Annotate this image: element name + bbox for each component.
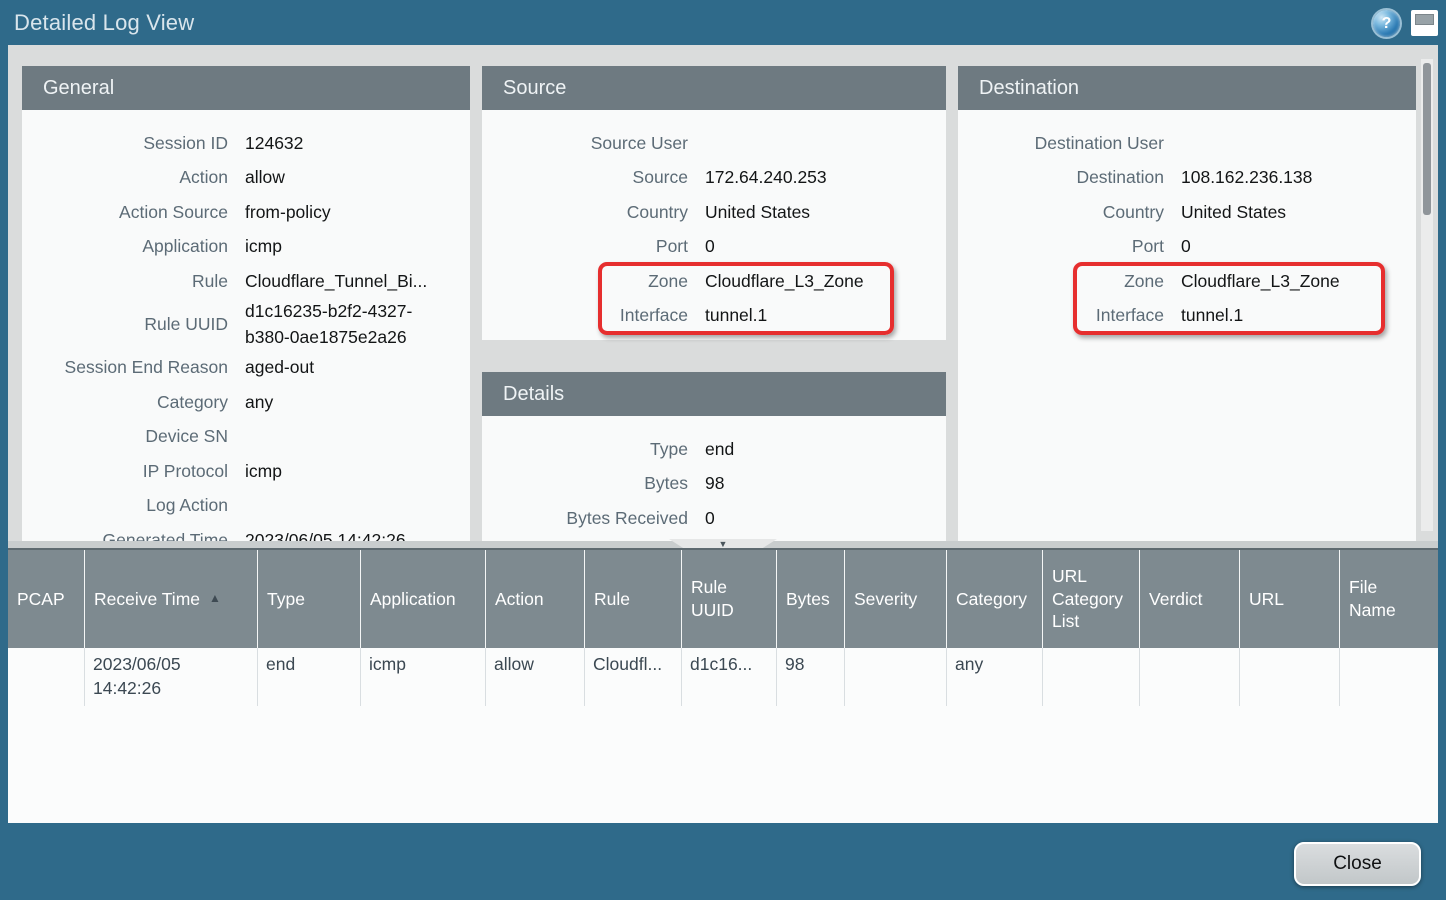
column-header-url[interactable]: URL	[1240, 550, 1340, 648]
close-button[interactable]: Close	[1294, 842, 1421, 886]
dialog-footer: Close	[0, 823, 1446, 900]
maximize-window-icon[interactable]	[1411, 10, 1438, 36]
field-row-port: Port0	[482, 230, 946, 265]
detailed-log-view-dialog: Detailed Log View ? General Session ID12…	[0, 0, 1446, 900]
field-row-type: Typeend	[482, 432, 946, 467]
field-row-rule-uuid: Rule UUIDd1c16235-b2f2-4327-b380-0ae1875…	[22, 299, 470, 351]
field-row-destination: Destination108.162.236.138	[958, 161, 1416, 196]
column-header-rule[interactable]: Rule	[585, 550, 682, 648]
details-panel-body: Typeend Bytes98 Bytes Received0	[482, 416, 946, 536]
scrollbar-thumb[interactable]	[1423, 63, 1431, 215]
field-row-bytes-received: Bytes Received0	[482, 501, 946, 536]
cell-severity	[845, 648, 947, 706]
column-header-url-category-list[interactable]: URL Category List	[1043, 550, 1140, 648]
field-row-generated-time: Generated Time2023/06/05 14:42:26	[22, 523, 470, 541]
log-table-header: PCAP Receive Time▲ Type Application Acti…	[8, 548, 1438, 648]
log-table-body: 2023/06/05 14:42:26 end icmp allow Cloud…	[8, 648, 1438, 823]
field-row-country: CountryUnited States	[482, 195, 946, 230]
field-row-source: Source172.64.240.253	[482, 161, 946, 196]
cell-url	[1240, 648, 1340, 706]
general-panel-body: Session ID124632 Actionallow Action Sour…	[22, 110, 470, 541]
column-header-rule-uuid[interactable]: Rule UUID	[682, 550, 777, 648]
cell-pcap	[8, 648, 85, 706]
log-detail-section: General Session ID124632 Actionallow Act…	[8, 45, 1438, 541]
destination-panel: Destination Destination User Destination…	[958, 66, 1416, 541]
cell-receive-time: 2023/06/05 14:42:26	[85, 648, 258, 706]
source-panel: Source Source User Source172.64.240.253 …	[482, 66, 946, 340]
general-panel: General Session ID124632 Actionallow Act…	[22, 66, 470, 541]
splitter-bar[interactable]: ▼	[8, 541, 1438, 548]
destination-panel-title: Destination	[958, 66, 1416, 110]
cell-bytes: 98	[777, 648, 845, 706]
cell-type: end	[258, 648, 361, 706]
destination-panel-body: Destination User Destination108.162.236.…	[958, 110, 1416, 333]
column-header-type[interactable]: Type	[258, 550, 361, 648]
field-row-destination-user: Destination User	[958, 126, 1416, 161]
field-row-log-action: Log Action	[22, 489, 470, 524]
cell-application: icmp	[361, 648, 486, 706]
column-header-category[interactable]: Category	[947, 550, 1043, 648]
field-row-source-user: Source User	[482, 126, 946, 161]
column-header-verdict[interactable]: Verdict	[1140, 550, 1240, 648]
field-row-zone: ZoneCloudflare_L3_Zone	[482, 264, 946, 299]
cell-rule: Cloudfl...	[585, 648, 682, 706]
column-header-application[interactable]: Application	[361, 550, 486, 648]
title-bar: Detailed Log View ?	[0, 0, 1446, 45]
table-row[interactable]: 2023/06/05 14:42:26 end icmp allow Cloud…	[8, 648, 1438, 706]
field-row-ip-protocol: IP Protocolicmp	[22, 454, 470, 489]
cell-category: any	[947, 648, 1043, 706]
cell-url-category-list	[1043, 648, 1140, 706]
source-panel-title: Source	[482, 66, 946, 110]
cell-rule-uuid: d1c16...	[682, 648, 777, 706]
general-panel-title: General	[22, 66, 470, 110]
field-row-port: Port0	[958, 230, 1416, 265]
sort-ascending-icon: ▲	[209, 591, 221, 607]
field-row-zone: ZoneCloudflare_L3_Zone	[958, 264, 1416, 299]
cell-file-name	[1340, 648, 1438, 706]
field-row-session-id: Session ID124632	[22, 126, 470, 161]
column-header-bytes[interactable]: Bytes	[777, 550, 845, 648]
field-row-bytes: Bytes98	[482, 467, 946, 502]
column-header-pcap[interactable]: PCAP	[8, 550, 85, 648]
details-panel-title: Details	[482, 372, 946, 416]
field-row-action-source: Action Sourcefrom-policy	[22, 195, 470, 230]
column-header-file-name[interactable]: File Name	[1340, 550, 1438, 648]
column-header-severity[interactable]: Severity	[845, 550, 947, 648]
column-header-receive-time[interactable]: Receive Time▲	[85, 550, 258, 648]
field-row-device-sn: Device SN	[22, 420, 470, 455]
field-row-category: Categoryany	[22, 385, 470, 420]
field-row-application: Applicationicmp	[22, 230, 470, 265]
window-glyph	[1415, 14, 1434, 25]
column-header-action[interactable]: Action	[486, 550, 585, 648]
field-row-session-end-reason: Session End Reasonaged-out	[22, 351, 470, 386]
vertical-scrollbar[interactable]	[1421, 59, 1433, 531]
field-row-country: CountryUnited States	[958, 195, 1416, 230]
field-row-interface: Interfacetunnel.1	[482, 299, 946, 334]
help-icon[interactable]: ?	[1373, 10, 1400, 37]
cell-verdict	[1140, 648, 1240, 706]
page-title: Detailed Log View	[14, 0, 194, 46]
source-panel-body: Source User Source172.64.240.253 Country…	[482, 110, 946, 333]
field-row-interface: Interfacetunnel.1	[958, 299, 1416, 334]
details-panel: Details Typeend Bytes98 Bytes Received0	[482, 372, 946, 541]
cell-action: allow	[486, 648, 585, 706]
field-row-rule: RuleCloudflare_Tunnel_Bi...	[22, 264, 470, 299]
field-row-action: Actionallow	[22, 161, 470, 196]
